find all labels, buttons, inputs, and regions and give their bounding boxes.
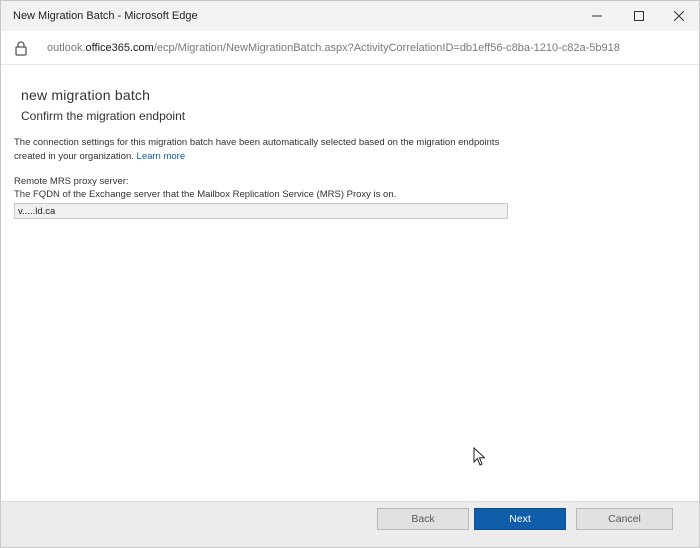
- lock-icon: [15, 41, 27, 56]
- close-button[interactable]: [657, 1, 700, 31]
- description: The connection settings for this migrati…: [14, 136, 504, 164]
- maximize-icon: [634, 11, 644, 21]
- title-bar: New Migration Batch - Microsoft Edge: [1, 1, 699, 31]
- minimize-icon: [592, 15, 602, 17]
- mrs-proxy-input[interactable]: [14, 203, 508, 219]
- page-subtitle: Confirm the migration endpoint: [21, 109, 186, 123]
- mrs-proxy-label: Remote MRS proxy server:: [14, 176, 129, 187]
- url-text[interactable]: outlook.office365.com/ecp/Migration/NewM…: [47, 42, 620, 54]
- next-button[interactable]: Next: [474, 508, 566, 530]
- page-content: new migration batch Confirm the migratio…: [1, 65, 699, 505]
- minimize-button[interactable]: [575, 1, 619, 31]
- footer-bar: Back Next Cancel: [1, 501, 699, 547]
- description-text: The connection settings for this migrati…: [14, 137, 500, 162]
- page-title: new migration batch: [21, 87, 151, 103]
- url-domain: office365.com: [85, 42, 154, 54]
- back-button[interactable]: Back: [377, 508, 469, 530]
- browser-window: New Migration Batch - Microsoft Edge out…: [0, 0, 700, 548]
- mouse-cursor-icon: [473, 447, 486, 466]
- mrs-proxy-help: The FQDN of the Exchange server that the…: [14, 189, 397, 200]
- cancel-button[interactable]: Cancel: [576, 508, 673, 530]
- url-prefix: outlook.: [47, 42, 86, 54]
- address-bar[interactable]: outlook.office365.com/ecp/Migration/NewM…: [1, 31, 699, 65]
- maximize-button[interactable]: [617, 1, 661, 31]
- learn-more-link[interactable]: Learn more: [137, 151, 186, 162]
- close-icon: [674, 11, 684, 21]
- window-title: New Migration Batch - Microsoft Edge: [13, 10, 198, 22]
- url-path: /ecp/Migration/NewMigrationBatch.aspx?Ac…: [153, 42, 620, 54]
